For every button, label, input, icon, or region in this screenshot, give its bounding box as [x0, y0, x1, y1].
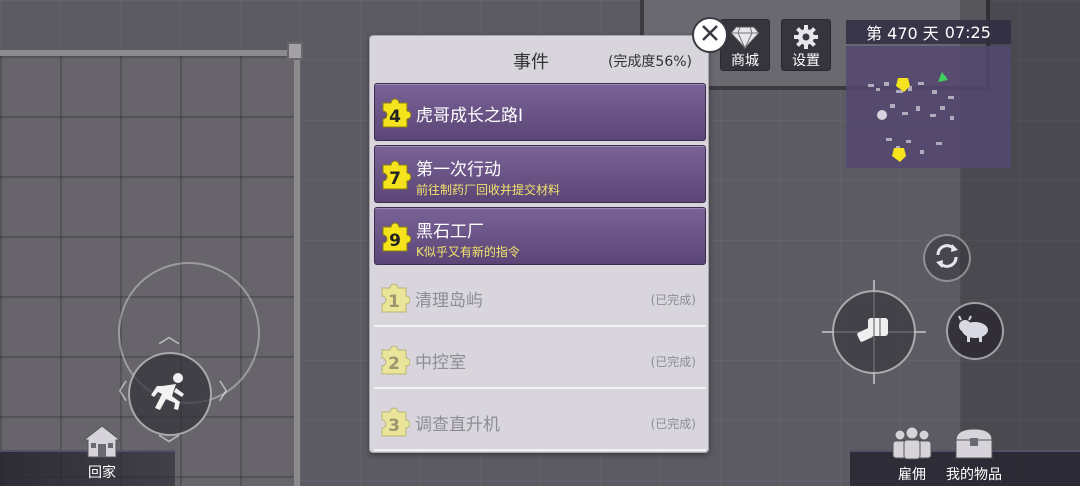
event-row-active[interactable]: 4 虎哥成长之路I: [374, 83, 706, 141]
event-row-completed[interactable]: 1 清理岛屿 (已完成): [374, 269, 706, 327]
event-title: 清理岛屿: [415, 291, 483, 311]
minimap-player-arrow: [938, 72, 948, 82]
puzzle-icon: 2: [378, 344, 411, 376]
puzzle-badge-number: 4: [389, 107, 401, 127]
event-title: 调查直升机: [415, 415, 500, 435]
clock-time: 07:25: [944, 22, 991, 42]
puzzle-badge-number: 3: [388, 416, 400, 436]
hire-label: 雇佣: [898, 467, 926, 483]
joystick-right-arrow: 〉: [218, 380, 241, 405]
panel-title: 事件: [513, 52, 549, 73]
puzzle-icon: 9: [379, 221, 412, 253]
event-row-active[interactable]: 7 第一次行动前往制药厂回收并提交材料: [374, 145, 706, 203]
diamond-icon: [730, 24, 760, 50]
shop-button[interactable]: 商城: [720, 19, 770, 71]
summon-skill-button[interactable]: [946, 302, 1004, 360]
day-time-display: 第 470 天 07:25: [846, 20, 1011, 44]
running-man-icon: [148, 370, 192, 418]
home-button[interactable]: 回家: [70, 424, 134, 482]
hire-button[interactable]: 雇佣: [888, 426, 936, 484]
shop-label: 商城: [731, 53, 759, 69]
event-row-active[interactable]: 9 黑石工厂 K似乎又有新的指令: [374, 207, 706, 265]
event-row-completed[interactable]: 2 中控室 (已完成): [374, 331, 706, 389]
bison-icon: [957, 314, 993, 348]
attack-button[interactable]: [832, 290, 916, 374]
home-label: 回家: [88, 465, 116, 481]
event-status: (已完成): [650, 355, 696, 369]
puzzle-icon: 1: [378, 282, 411, 314]
event-title: 第一次行动: [416, 160, 501, 180]
puzzle-badge-number: 1: [388, 292, 400, 312]
puzzle-icon: 3: [378, 406, 411, 438]
event-subtitle: 前往制药厂回收并提交材料: [416, 183, 561, 197]
switch-weapon-button[interactable]: [923, 234, 971, 282]
map-wall-post: [287, 42, 303, 60]
event-subtitle: K似乎又有新的指令: [416, 245, 520, 259]
event-panel: 事件 (完成度56%) 4 虎哥成长之路I 7 第一次行动前往制药厂回收并提交材料 9 黑…: [369, 35, 709, 453]
event-title: 黑石工厂: [416, 222, 484, 242]
close-icon: [700, 23, 720, 47]
event-status: (已完成): [650, 293, 696, 307]
event-status: (已完成): [650, 417, 696, 431]
settings-button[interactable]: 设置: [781, 19, 831, 71]
house-icon: [80, 424, 124, 462]
minimap-quest-marker-top: [896, 78, 910, 92]
gear-icon: [793, 24, 819, 50]
joystick-up-arrow: ︿: [158, 324, 181, 349]
puzzle-badge-number: 9: [389, 231, 401, 251]
team-icon: [888, 426, 936, 464]
inventory-label: 我的物品: [946, 467, 1002, 483]
inventory-button[interactable]: 我的物品: [946, 426, 1002, 484]
close-button[interactable]: [692, 17, 728, 53]
puzzle-badge-number: 2: [388, 354, 400, 374]
cycle-icon: [932, 241, 962, 275]
panel-header: 事件 (完成度56%): [370, 36, 708, 82]
puzzle-badge-number: 7: [389, 169, 401, 189]
puzzle-icon: 4: [379, 97, 412, 129]
completion-progress: (完成度56%): [607, 54, 692, 70]
event-title: 虎哥成长之路I: [416, 106, 524, 126]
puzzle-icon: 7: [379, 159, 412, 191]
fist-icon: [854, 312, 894, 352]
event-title: 中控室: [415, 353, 466, 373]
joystick-left-arrow: 〈: [106, 380, 129, 405]
chest-icon: [950, 426, 998, 464]
event-row-completed[interactable]: 3 调查直升机 (已完成): [374, 393, 706, 451]
minimap[interactable]: [846, 46, 1011, 168]
day-counter: 第 470 天: [866, 24, 939, 43]
minimap-quest-marker-bottom: [892, 148, 906, 162]
sprint-button[interactable]: [128, 352, 212, 436]
settings-label: 设置: [792, 53, 820, 69]
